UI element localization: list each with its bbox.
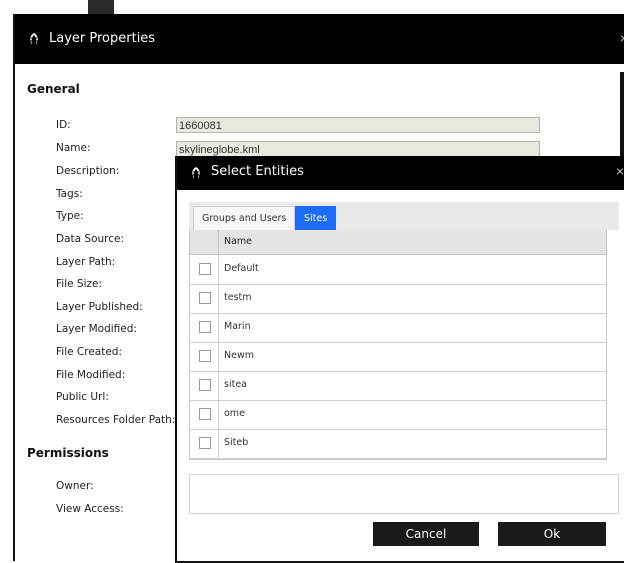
field-label-file-created: File Created: bbox=[56, 346, 122, 358]
select-entities-titlebar[interactable]: Select Entities × bbox=[177, 156, 624, 190]
skyline-logo-icon bbox=[30, 33, 38, 45]
checkbox-icon[interactable] bbox=[199, 379, 211, 391]
checkbox-icon[interactable] bbox=[199, 408, 211, 420]
cell-divider bbox=[218, 313, 219, 342]
sites-table: Name Default testm Marin Newm sitea ome … bbox=[189, 230, 607, 460]
table-row[interactable]: sitea bbox=[190, 371, 606, 401]
field-label-layer-modified: Layer Modified: bbox=[56, 323, 137, 335]
layer-properties-titlebar[interactable]: Layer Properties × bbox=[15, 14, 624, 64]
skyline-logo-icon bbox=[192, 167, 200, 179]
cell-divider bbox=[218, 429, 219, 458]
table-row[interactable]: Newm bbox=[190, 342, 606, 372]
field-label-resources-folder-path: Resources Folder Path: bbox=[56, 414, 176, 426]
row-name: ome bbox=[224, 408, 245, 419]
checkbox-icon[interactable] bbox=[199, 350, 211, 362]
cell-divider bbox=[218, 255, 219, 284]
table-header: Name bbox=[190, 230, 606, 255]
background-tab bbox=[88, 0, 114, 14]
general-section-title: General bbox=[27, 82, 80, 96]
name-field[interactable]: skylineglobe.kml bbox=[176, 141, 540, 157]
table-row[interactable]: Marin bbox=[190, 313, 606, 343]
checkbox-icon[interactable] bbox=[199, 437, 211, 449]
row-name: Marin bbox=[224, 321, 251, 332]
column-header-name[interactable]: Name bbox=[224, 236, 252, 247]
select-entities-dialog: Select Entities × Groups and Users Sites… bbox=[175, 156, 624, 563]
table-row[interactable]: ome bbox=[190, 400, 606, 430]
table-row[interactable]: testm bbox=[190, 284, 606, 314]
tab-groups-and-users[interactable]: Groups and Users bbox=[193, 206, 296, 230]
id-field[interactable]: 1660081 bbox=[176, 117, 540, 133]
close-icon[interactable]: × bbox=[616, 163, 624, 179]
background-strip bbox=[0, 0, 624, 14]
table-row[interactable]: Default bbox=[190, 255, 606, 285]
row-name: testm bbox=[224, 292, 252, 303]
field-label-view-access: View Access: bbox=[56, 503, 124, 515]
checkbox-icon[interactable] bbox=[199, 263, 211, 275]
field-label-name: Name: bbox=[56, 142, 91, 154]
row-name: Siteb bbox=[224, 437, 249, 448]
details-panel bbox=[189, 474, 619, 514]
tab-sites[interactable]: Sites bbox=[295, 206, 337, 230]
field-label-layer-published: Layer Published: bbox=[56, 301, 143, 313]
field-label-type: Type: bbox=[56, 210, 84, 222]
close-icon[interactable]: × bbox=[620, 30, 624, 46]
field-label-layer-path: Layer Path: bbox=[56, 256, 116, 268]
ok-button[interactable]: Ok bbox=[498, 522, 606, 546]
checkbox-icon[interactable] bbox=[199, 292, 211, 304]
row-name: Newm bbox=[224, 350, 254, 361]
field-label-public-url: Public Url: bbox=[56, 391, 109, 403]
cell-divider bbox=[218, 371, 219, 400]
field-label-id: ID: bbox=[56, 119, 71, 131]
field-label-file-modified: File Modified: bbox=[56, 369, 126, 381]
permissions-section-title: Permissions bbox=[27, 446, 109, 460]
row-name: sitea bbox=[224, 379, 247, 390]
table-row[interactable]: Siteb bbox=[190, 429, 606, 459]
row-name: Default bbox=[224, 263, 259, 274]
dialog-title: Select Entities bbox=[211, 164, 304, 179]
field-label-tags: Tags: bbox=[56, 188, 83, 200]
field-label-data-source: Data Source: bbox=[56, 233, 125, 245]
field-label-file-size: File Size: bbox=[56, 278, 102, 290]
checkbox-icon[interactable] bbox=[199, 321, 211, 333]
cell-divider bbox=[218, 284, 219, 313]
window-title: Layer Properties bbox=[49, 31, 156, 46]
field-label-owner: Owner: bbox=[56, 480, 94, 492]
cell-divider bbox=[218, 342, 219, 371]
select-column-header bbox=[190, 230, 219, 254]
tab-bar: Groups and Users Sites bbox=[189, 202, 619, 230]
cell-divider bbox=[218, 400, 219, 429]
field-label-description: Description: bbox=[56, 165, 120, 177]
cancel-button[interactable]: Cancel bbox=[373, 522, 479, 546]
